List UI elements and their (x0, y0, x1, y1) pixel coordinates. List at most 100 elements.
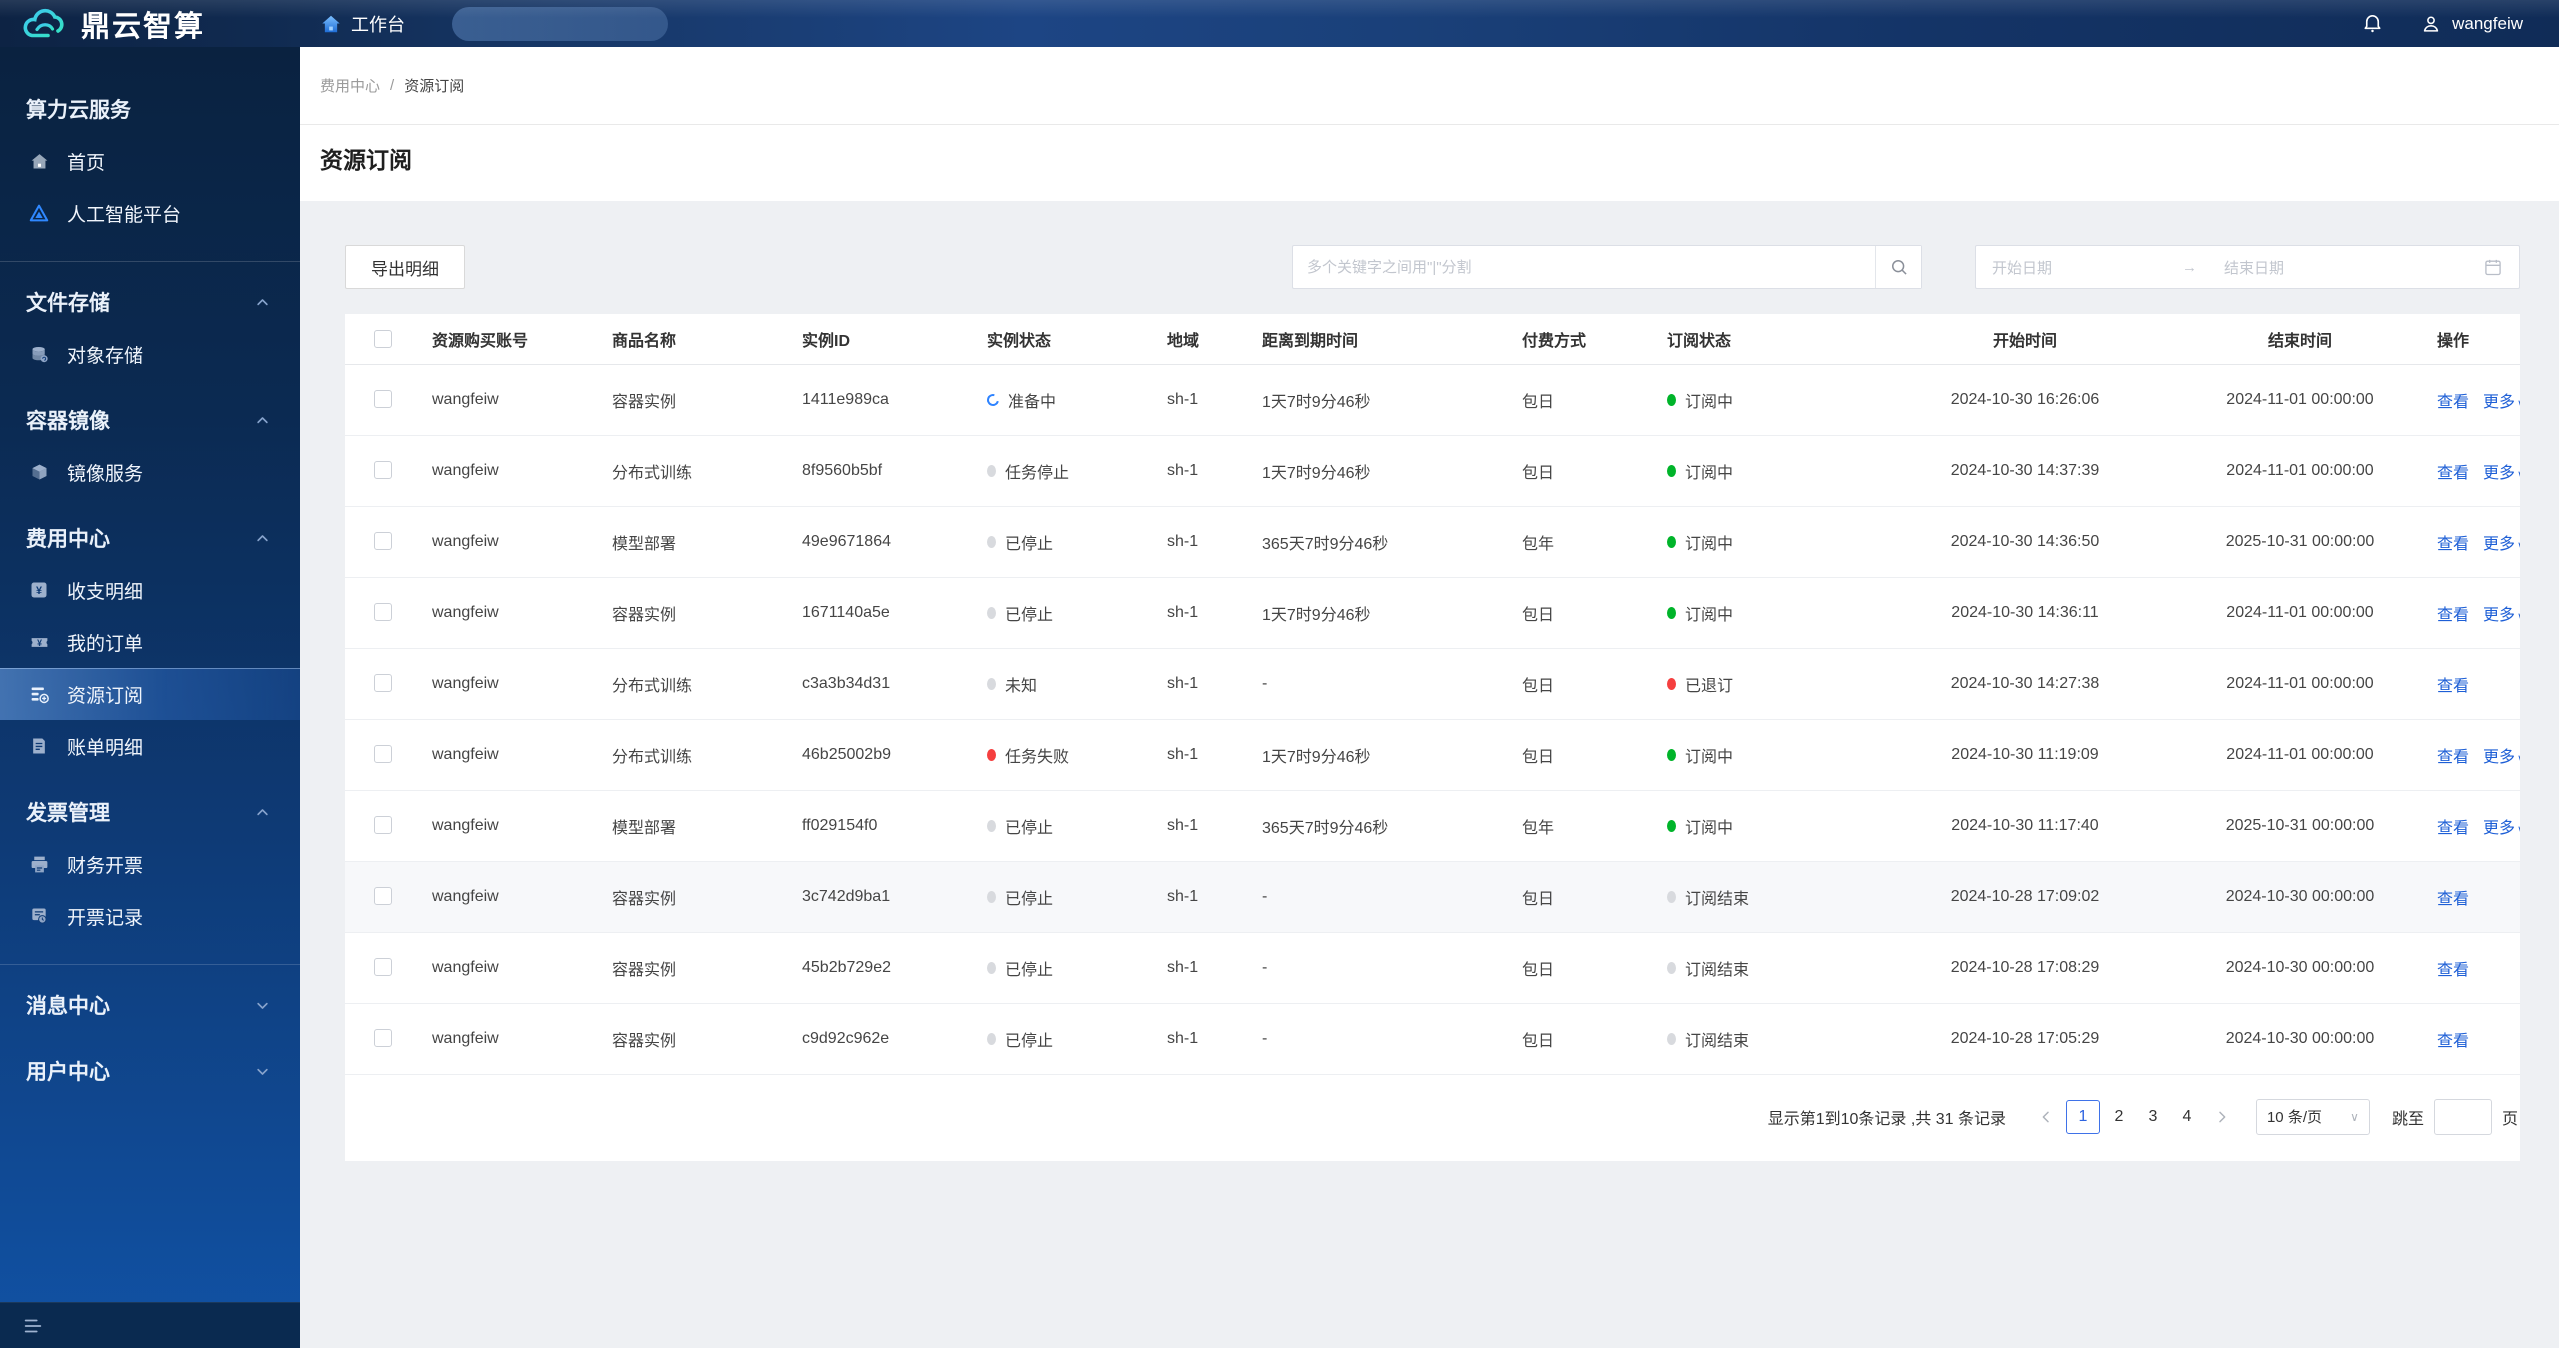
sidebar-section-label: 用户中心 (26, 1061, 110, 1084)
cell-product: 分布式训练 (600, 648, 790, 720)
search-button[interactable] (1875, 246, 1921, 288)
chevron-down-icon: ∨ (2517, 753, 2520, 765)
cell-instance-status: 准备中 (975, 364, 1155, 436)
cell-actions: 查看更多∨ (2425, 364, 2520, 436)
pagination: 显示第1到10条记录 ,共 31 条记录 1234 10 条/页 ∨ 跳至 页 (345, 1075, 2520, 1147)
sidebar-item-label: 镜像服务 (67, 463, 144, 485)
page-size-select[interactable]: 10 条/页 ∨ (2255, 1098, 2370, 1135)
sidebar-item-income-expense-details[interactable]: ¥ 收支明细 (0, 564, 300, 616)
subscription-status-dot (1667, 464, 1676, 477)
sidebar-section-container-image[interactable]: 容器镜像 (0, 394, 300, 446)
sidebar-section-label: 容器镜像 (26, 410, 110, 433)
sidebar-section-user-center[interactable]: 用户中心 (0, 1045, 300, 1097)
user-menu[interactable]: wangfeiw (2420, 13, 2523, 35)
sidebar-item-home[interactable]: 首页 (0, 135, 300, 187)
cell-actions: 查看 (2425, 932, 2520, 1004)
page-head: 费用中心 / 资源订阅 资源订阅 (300, 47, 2559, 201)
cell-product: 模型部署 (600, 506, 790, 578)
sidebar-item-invoicing-records[interactable]: 开票记录 (0, 890, 300, 942)
sidebar-item-bill-details[interactable]: 账单明细 (0, 720, 300, 772)
view-link[interactable]: 查看 (2437, 1033, 2469, 1050)
export-button[interactable]: 导出明细 (345, 245, 465, 289)
date-range-picker[interactable]: 开始日期 → 结束日期 (1975, 245, 2520, 289)
sidebar-item-label: 账单明细 (67, 737, 144, 759)
next-page-button[interactable] (2208, 1109, 2236, 1125)
jump-page-input[interactable] (2433, 1098, 2492, 1135)
page-button-2[interactable]: 2 (2104, 1100, 2134, 1134)
row-checkbox[interactable] (373, 958, 392, 977)
view-link[interactable]: 查看 (2437, 536, 2469, 553)
more-link[interactable]: 更多∨ (2483, 394, 2520, 411)
cell-instance-id: 3c742d9ba1 (790, 861, 975, 933)
row-checkbox[interactable] (373, 816, 392, 835)
row-checkbox[interactable] (373, 603, 392, 622)
view-link[interactable]: 查看 (2437, 394, 2469, 411)
table-row: wangfeiw 容器实例 3c742d9ba1 已停止 sh-1- 包日 订阅结束 2024… (345, 861, 2520, 933)
sidebar-collapse-bar[interactable] (0, 1302, 300, 1348)
view-link[interactable]: 查看 (2437, 607, 2469, 624)
col-header-region: 地域 (1155, 314, 1250, 365)
col-header-account: 资源购买账号 (420, 314, 600, 365)
sidebar-item-finance-invoicing[interactable]: 财务开票 (0, 838, 300, 890)
more-link[interactable]: 更多∨ (2483, 607, 2520, 624)
subscription-status-dot (1667, 748, 1676, 761)
search-input[interactable] (1293, 246, 1875, 288)
sidebar-section-billing-center[interactable]: 费用中心 (0, 512, 300, 564)
prev-page-button[interactable] (2032, 1109, 2060, 1125)
cell-account: wangfeiw (420, 364, 600, 436)
svg-text:¥: ¥ (37, 638, 42, 648)
subscription-status-label: 已退订 (1685, 677, 1734, 695)
cell-account: wangfeiw (420, 932, 600, 1004)
pagination-summary: 显示第1到10条记录 ,共 31 条记录 (1767, 1110, 2006, 1128)
row-checkbox[interactable] (373, 745, 392, 764)
page-button-4[interactable]: 4 (2172, 1100, 2202, 1134)
row-checkbox[interactable] (373, 390, 392, 409)
sidebar-section-file-storage[interactable]: 文件存储 (0, 276, 300, 328)
sidebar-item-object-storage[interactable]: 对象存储 (0, 328, 300, 380)
page-button-1[interactable]: 1 (2065, 1099, 2100, 1134)
cell-actions: 查看更多∨ (2425, 719, 2520, 791)
row-checkbox[interactable] (373, 887, 392, 906)
cell-pay-type: 包日 (1510, 1003, 1655, 1075)
sidebar-section-invoice-management[interactable]: 发票管理 (0, 786, 300, 838)
user-icon (2420, 13, 2442, 35)
sidebar-item-my-orders[interactable]: ¥ 我的订单 (0, 616, 300, 668)
breadcrumb-parent[interactable]: 费用中心 (320, 75, 380, 96)
view-link[interactable]: 查看 (2437, 962, 2469, 979)
row-checkbox[interactable] (373, 532, 392, 551)
cell-actions: 查看更多∨ (2425, 577, 2520, 649)
more-link[interactable]: 更多∨ (2483, 536, 2520, 553)
instance-status-dot (987, 748, 996, 761)
chevron-down-icon: ∨ (2517, 469, 2520, 481)
sidebar-section-message-center[interactable]: 消息中心 (0, 979, 300, 1031)
more-link[interactable]: 更多∨ (2483, 749, 2520, 766)
nav-workbench-label: 工作台 (351, 14, 405, 35)
row-checkbox[interactable] (373, 1029, 392, 1048)
view-link[interactable]: 查看 (2437, 891, 2469, 908)
table-row: wangfeiw 容器实例 1411e989ca 准备中 sh-1 1天7时9分46秒 包日… (345, 364, 2520, 436)
cell-instance-id: ff029154f0 (790, 790, 975, 862)
more-link[interactable]: 更多∨ (2483, 465, 2520, 482)
cell-region: sh-1 (1155, 861, 1250, 933)
view-link[interactable]: 查看 (2437, 465, 2469, 482)
select-all-checkbox[interactable] (373, 329, 392, 348)
notification-bell-icon[interactable] (2361, 12, 2384, 35)
cell-subscription-status: 订阅结束 (1655, 1003, 1875, 1075)
instance-status-dot (987, 535, 996, 548)
view-link[interactable]: 查看 (2437, 749, 2469, 766)
sidebar-item-image-service[interactable]: 镜像服务 (0, 446, 300, 498)
sidebar-item-ai-platform[interactable]: 人工智能平台 (0, 187, 300, 239)
sidebar-item-resource-subscription[interactable]: 资源订阅 (0, 668, 300, 720)
view-link[interactable]: 查看 (2437, 678, 2469, 695)
row-checkbox[interactable] (373, 674, 392, 693)
cell-start-time: 2024-10-30 11:17:40 (1875, 790, 2175, 862)
page-button-3[interactable]: 3 (2138, 1100, 2168, 1134)
view-link[interactable]: 查看 (2437, 820, 2469, 837)
nav-workbench[interactable]: 工作台 (320, 11, 405, 37)
more-link[interactable]: 更多∨ (2483, 820, 2520, 837)
row-checkbox[interactable] (373, 461, 392, 480)
chevron-down-icon: ∨ (2350, 1109, 2359, 1124)
subscription-table: 资源购买账号 商品名称 实例ID 实例状态 地域 距离到期时间 付费方式 订阅状态 开始时间 结束… (345, 314, 2520, 1075)
search-box (1292, 245, 1922, 289)
cell-start-time: 2024-10-30 14:27:38 (1875, 648, 2175, 720)
